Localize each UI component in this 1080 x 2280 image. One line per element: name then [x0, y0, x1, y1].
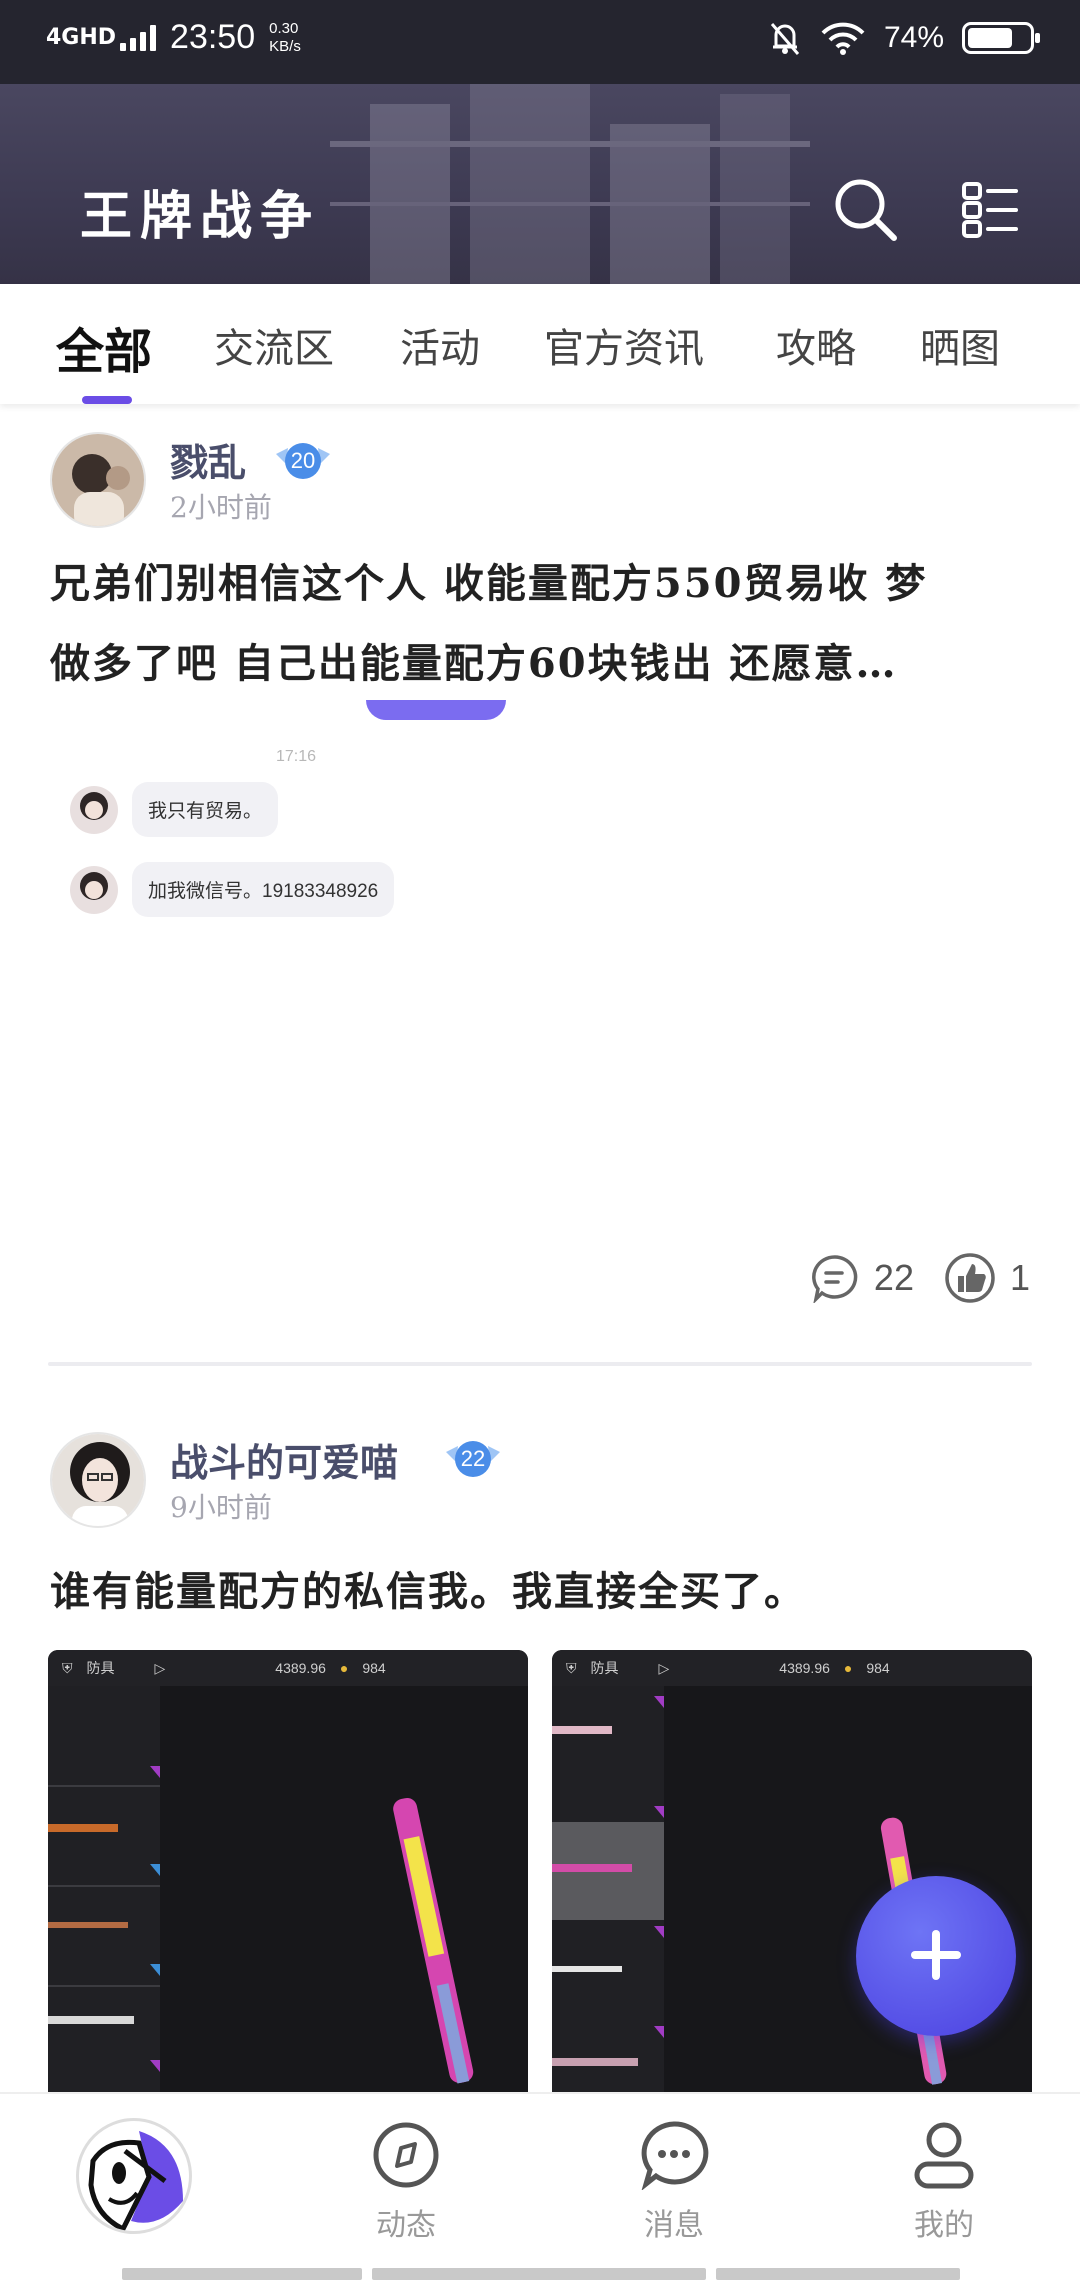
post-image[interactable]: ⛨ 防具 ▷ 4389.96 ● 984	[552, 1650, 1032, 2100]
compass-icon	[373, 2122, 439, 2188]
chat-bubble: 加我微信号。19183348926	[132, 862, 395, 917]
system-gesture-bar	[716, 2268, 960, 2280]
user-icon	[914, 2122, 974, 2189]
wifi-icon	[821, 22, 865, 55]
system-gesture-bar	[122, 2268, 362, 2280]
chat-bubble-icon	[641, 2121, 709, 2191]
post-time: 2小时前	[170, 491, 272, 524]
game-coins: 984	[866, 1660, 890, 1676]
status-bar: 4GHD 23:50 0.30 KB/s 74%	[0, 0, 1080, 84]
bottom-navigation: 动态 消息 我的	[0, 2092, 1080, 2280]
search-icon[interactable]	[832, 176, 898, 242]
battery-icon	[962, 22, 1040, 54]
game-coins: 984	[362, 1660, 386, 1676]
level-number: 22	[460, 1446, 486, 1471]
post-image[interactable]: ⛨ 防具 ▷ 4389.96 ● 984	[48, 1650, 528, 2100]
create-post-button[interactable]	[856, 1876, 1016, 2036]
header-banner-art	[330, 84, 810, 284]
post-text-line[interactable]: 兄弟们别相信这个人 收能量配方550贸易收 梦	[50, 544, 1040, 624]
comment-count: 22	[873, 1257, 914, 1298]
list-menu-icon[interactable]	[960, 180, 1020, 240]
tab-all[interactable]: 全部	[56, 312, 152, 382]
game-tab-label: 防具	[86, 1660, 115, 1676]
username[interactable]: 战斗的可爱喵	[170, 1432, 398, 1487]
chat-message: 加我微信号。19183348926	[70, 862, 395, 917]
page-title: 王牌战争	[80, 186, 321, 247]
nav-label: 消息	[644, 2208, 704, 2243]
tab-events[interactable]: 活动	[400, 316, 480, 374]
nav-feed[interactable]: 动态	[336, 2120, 476, 2244]
tab-guides[interactable]: 攻略	[776, 316, 856, 374]
app-header: 王牌战争	[0, 84, 1080, 284]
nav-label: 我的	[914, 2208, 974, 2243]
coin-icon: ●	[339, 1660, 349, 1676]
coin-icon: ●	[843, 1660, 853, 1676]
post-text-line[interactable]: 谁有能量配方的私信我。我直接全买了。	[50, 1552, 1040, 1632]
network-speed: 0.30 KB/s	[269, 19, 301, 55]
comment-icon	[811, 1255, 858, 1303]
app-logo-icon	[88, 2131, 183, 2231]
level-badge: 22	[442, 1434, 504, 1484]
like-count: 1	[1009, 1257, 1030, 1298]
category-tabs: 全部 交流区 活动 官方资讯 攻略 晒图	[0, 284, 1080, 404]
thumbs-up-icon	[945, 1253, 995, 1303]
network-type: 4GHD	[46, 24, 117, 50]
comment-button[interactable]: 22	[810, 1253, 914, 1303]
battery-fill	[968, 28, 1012, 48]
mute-bell-icon	[770, 23, 800, 55]
game-tab-label: 防具	[590, 1660, 619, 1676]
username[interactable]: 戮乱	[170, 432, 246, 487]
chat-avatar	[70, 785, 118, 834]
level-badge: 20	[272, 436, 334, 486]
post-text-line[interactable]: 做多了吧 自己出能量配方60块钱出 还愿意…	[50, 624, 1040, 704]
chat-time: 17:16	[276, 748, 317, 765]
like-button[interactable]: 1	[944, 1252, 1030, 1304]
shield-icon: ⛨	[566, 1659, 577, 1676]
cropped-button	[366, 700, 506, 720]
avatar[interactable]	[50, 432, 146, 528]
game-money: 4389.96	[779, 1660, 830, 1676]
nav-messages[interactable]: 消息	[604, 2120, 744, 2244]
chat-message: 我只有贸易。	[70, 782, 279, 837]
game-scene	[48, 1686, 474, 2100]
game-top-bar: ⛨ 防具 ▷ 4389.96 ● 984	[552, 1650, 1032, 1686]
tab-official-news[interactable]: 官方资讯	[544, 316, 704, 374]
avatar[interactable]	[50, 1432, 146, 1528]
level-number: 20	[290, 448, 316, 473]
nav-home-button[interactable]	[76, 2118, 192, 2234]
signal-icon	[120, 24, 157, 51]
play-icon: ▷	[658, 1659, 670, 1676]
chat-screenshot-image[interactable]: 17:16 我只有贸易。 加我微信号。19183348926	[50, 700, 1030, 960]
post-actions: 22 1	[810, 1252, 1030, 1304]
system-gesture-bar	[372, 2268, 706, 2280]
post-divider	[48, 1362, 1032, 1366]
chat-bubble: 我只有贸易。	[132, 782, 279, 837]
game-top-bar: ⛨ 防具 ▷ 4389.96 ● 984	[48, 1650, 528, 1686]
tab-exchange[interactable]: 交流区	[214, 316, 334, 374]
tab-screenshots[interactable]: 晒图	[920, 316, 1000, 374]
active-tab-indicator	[82, 396, 132, 404]
chat-avatar	[70, 865, 118, 914]
nav-profile[interactable]: 我的	[874, 2120, 1014, 2244]
nav-label: 动态	[376, 2208, 436, 2243]
play-icon: ▷	[154, 1659, 166, 1676]
clock: 23:50	[170, 18, 256, 56]
post-time: 9小时前	[170, 1491, 272, 1524]
battery-percent: 74%	[883, 21, 944, 54]
game-money: 4389.96	[275, 1660, 326, 1676]
shield-icon: ⛨	[62, 1659, 73, 1676]
